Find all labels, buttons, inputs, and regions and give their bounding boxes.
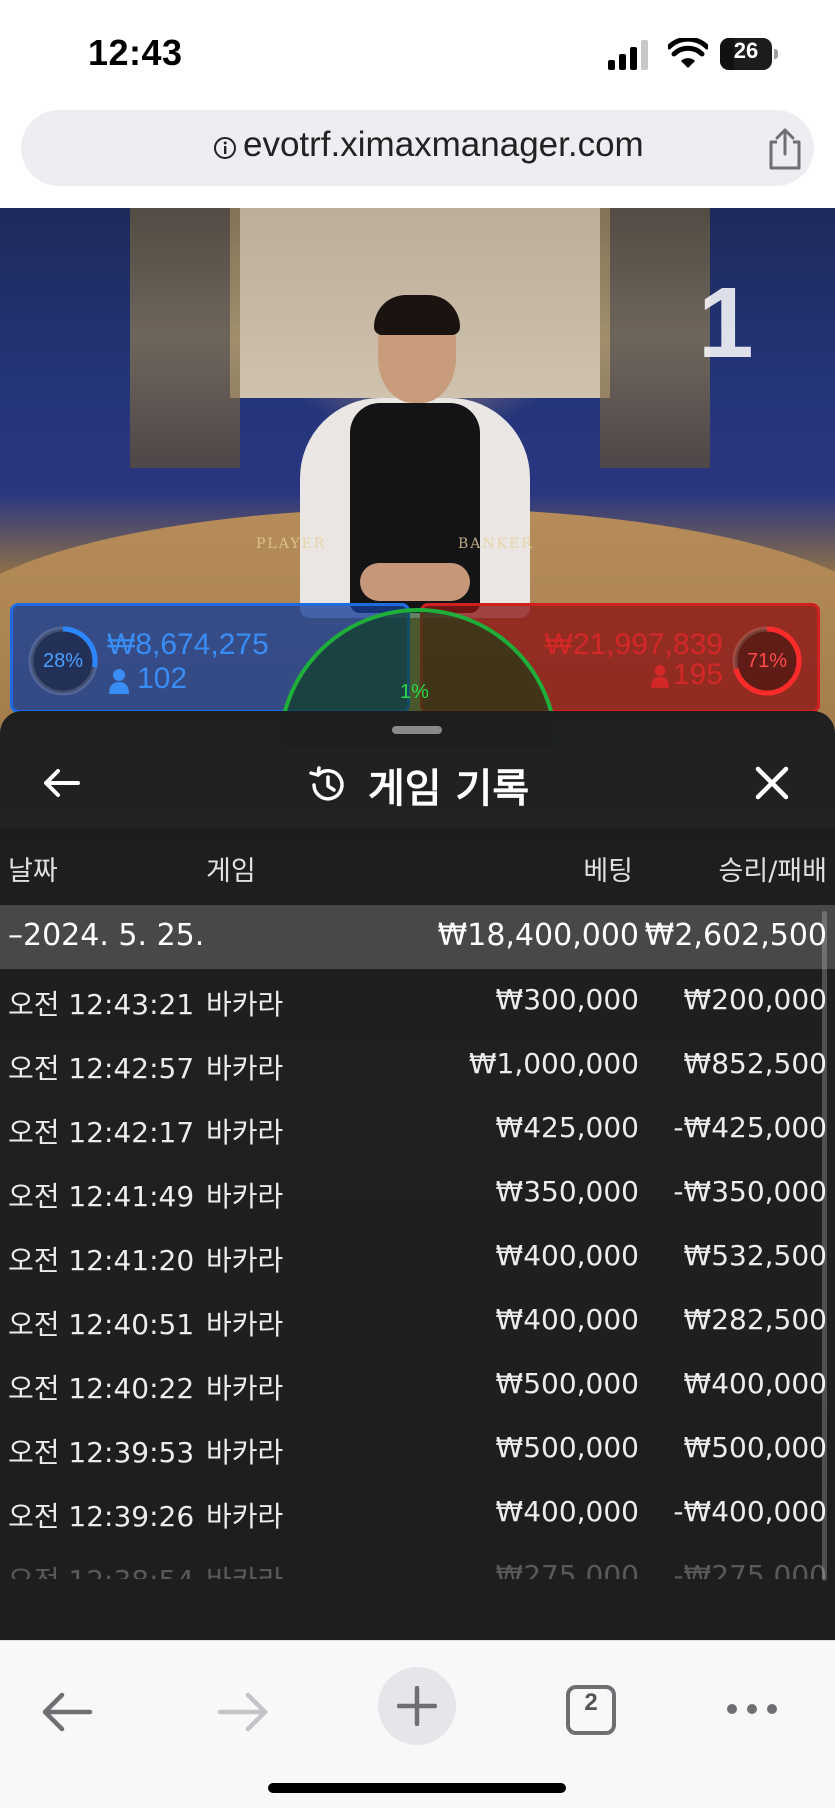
scrollbar[interactable] xyxy=(822,911,827,1581)
row-time: 오전 12:39:53 xyxy=(8,1436,195,1469)
plus-icon xyxy=(397,1686,437,1726)
player-amount: ₩8,674,275 xyxy=(107,628,269,661)
user-icon xyxy=(651,665,669,688)
row-win-loss: ₩852,500 xyxy=(683,1047,827,1080)
table-row[interactable]: 오전 12:43:21 바카라 ₩300,000 ₩200,000 xyxy=(0,969,835,1033)
row-game: 바카라 xyxy=(206,1116,284,1149)
row-bet: ₩500,000 xyxy=(495,1367,639,1400)
sheet-title: 게임 기록 xyxy=(368,766,530,812)
row-time: 오전 12:41:20 xyxy=(8,1244,195,1277)
more-icon[interactable] xyxy=(724,1699,780,1719)
row-game: 바카라 xyxy=(206,1559,283,1579)
date-group-win-total: ₩2,602,500 xyxy=(644,918,827,953)
date-group-bet-total: ₩18,400,000 xyxy=(437,918,639,953)
share-icon[interactable] xyxy=(763,126,807,172)
table-label-banker: BANKER xyxy=(458,536,534,552)
battery-level: 26 xyxy=(733,38,759,63)
table-row[interactable]: 오전 12:42:17 바카라 ₩425,000 -₩425,000 xyxy=(0,1097,835,1161)
row-bet: ₩300,000 xyxy=(495,983,639,1016)
row-win-loss: ₩282,500 xyxy=(683,1303,827,1336)
player-percent: 28% xyxy=(42,650,84,672)
sheet-grabber[interactable] xyxy=(392,726,442,734)
table-row[interactable]: 오전 12:40:22 바카라 ₩500,000 ₩400,000 xyxy=(0,1353,835,1417)
column-header-date: 날짜 xyxy=(8,856,58,887)
wifi-icon xyxy=(668,38,708,68)
row-win-loss: -₩400,000 xyxy=(673,1495,827,1528)
row-time: 오전 12:42:57 xyxy=(8,1052,195,1085)
row-time: 오전 12:40:22 xyxy=(8,1372,195,1405)
table-row[interactable]: 오전 12:39:26 바카라 ₩400,000 -₩400,000 xyxy=(0,1481,835,1545)
row-win-loss: ₩532,500 xyxy=(683,1239,827,1272)
row-bet: ₩500,000 xyxy=(495,1431,639,1464)
home-indicator xyxy=(268,1783,566,1793)
status-time: 12:43 xyxy=(88,32,183,73)
table-row[interactable]: 오전 12:42:57 바카라 ₩1,000,000 ₩852,500 xyxy=(0,1033,835,1097)
row-game: 바카라 xyxy=(206,1308,284,1341)
row-game: 바카라 xyxy=(206,1372,284,1405)
sheet-header: 게임 기록 xyxy=(306,755,529,815)
banker-amount: ₩21,997,839 xyxy=(544,628,723,661)
row-game: 바카라 xyxy=(206,1436,284,1469)
browser-toolbar: 2 xyxy=(0,1640,835,1808)
row-bet: ₩400,000 xyxy=(495,1303,639,1336)
column-header-bet: 베팅 xyxy=(583,856,633,887)
banker-percent: 71% xyxy=(746,650,788,672)
row-game: 바카라 xyxy=(206,1500,284,1533)
user-icon xyxy=(109,669,129,694)
row-bet: ₩400,000 xyxy=(495,1495,639,1528)
row-win-loss: -₩275,000 xyxy=(673,1559,827,1579)
forward-icon[interactable] xyxy=(214,1689,270,1735)
url-bar[interactable]: evotrf.ximaxmanager.com xyxy=(21,110,814,186)
arrow-left-icon[interactable] xyxy=(38,759,86,807)
signal-icon xyxy=(608,40,648,70)
row-bet: ₩400,000 xyxy=(495,1239,639,1272)
info-icon[interactable] xyxy=(213,136,237,160)
row-game: 바카라 xyxy=(206,988,284,1021)
row-game: 바카라 xyxy=(206,1052,284,1085)
column-header-game: 게임 xyxy=(206,856,256,887)
row-win-loss: ₩500,000 xyxy=(683,1431,827,1464)
tie-percent: 1% xyxy=(400,681,429,703)
row-win-loss: -₩350,000 xyxy=(673,1175,827,1208)
row-win-loss: -₩425,000 xyxy=(673,1111,827,1144)
row-bet: ₩350,000 xyxy=(495,1175,639,1208)
row-time: 오전 12:38:54 xyxy=(8,1559,194,1579)
row-time: 오전 12:39:26 xyxy=(8,1500,195,1533)
battery-icon: 26 xyxy=(720,38,778,70)
player-count: 102 xyxy=(137,662,188,695)
close-icon[interactable] xyxy=(748,759,796,807)
history-icon xyxy=(309,766,344,801)
date-group-date: –2024. 5. 25. xyxy=(8,918,205,953)
column-header-win-loss: 승리/패배 xyxy=(718,856,827,887)
row-time: 오전 12:41:49 xyxy=(8,1180,195,1213)
row-bet: ₩275,000 xyxy=(495,1559,639,1579)
row-time: 오전 12:40:51 xyxy=(8,1308,195,1341)
row-win-loss: ₩400,000 xyxy=(683,1367,827,1400)
game-history-sheet: 게임 기록 날짜 게임 베팅 승리/패배 –2024. 5. 25. ₩18,4… xyxy=(0,711,835,1640)
table-row[interactable]: 오전 12:38:54 바카라 ₩275,000 -₩275,000 xyxy=(0,1545,835,1579)
table-row[interactable]: 오전 12:40:51 바카라 ₩400,000 ₩282,500 xyxy=(0,1289,835,1353)
table-row[interactable]: 오전 12:39:53 바카라 ₩500,000 ₩500,000 xyxy=(0,1417,835,1481)
row-game: 바카라 xyxy=(206,1244,284,1277)
row-game: 바카라 xyxy=(206,1180,284,1213)
new-tab-button[interactable] xyxy=(378,1667,456,1745)
table-label-player: PLAYER xyxy=(256,536,327,552)
row-time: 오전 12:43:21 xyxy=(8,988,195,1021)
row-win-loss: ₩200,000 xyxy=(683,983,827,1016)
back-icon[interactable] xyxy=(40,1689,96,1735)
row-time: 오전 12:42:17 xyxy=(8,1116,195,1149)
table-row[interactable]: 오전 12:41:20 바카라 ₩400,000 ₩532,500 xyxy=(0,1225,835,1289)
row-bet: ₩1,000,000 xyxy=(468,1047,639,1080)
status-bar: 12:43 26 xyxy=(0,0,835,105)
date-group-row[interactable]: –2024. 5. 25. ₩18,400,000 ₩2,602,500 xyxy=(0,905,835,969)
shoe-number: 1 xyxy=(698,267,754,379)
history-list: 오전 12:43:21 바카라 ₩300,000 ₩200,000 오전 12:… xyxy=(0,969,835,1579)
dealer xyxy=(300,295,530,633)
table-row[interactable]: 오전 12:41:49 바카라 ₩350,000 -₩350,000 xyxy=(0,1161,835,1225)
banker-count: 195 xyxy=(672,658,723,691)
tabs-button[interactable]: 2 xyxy=(566,1685,616,1735)
url-text[interactable]: evotrf.ximaxmanager.com xyxy=(243,125,644,165)
row-bet: ₩425,000 xyxy=(495,1111,639,1144)
